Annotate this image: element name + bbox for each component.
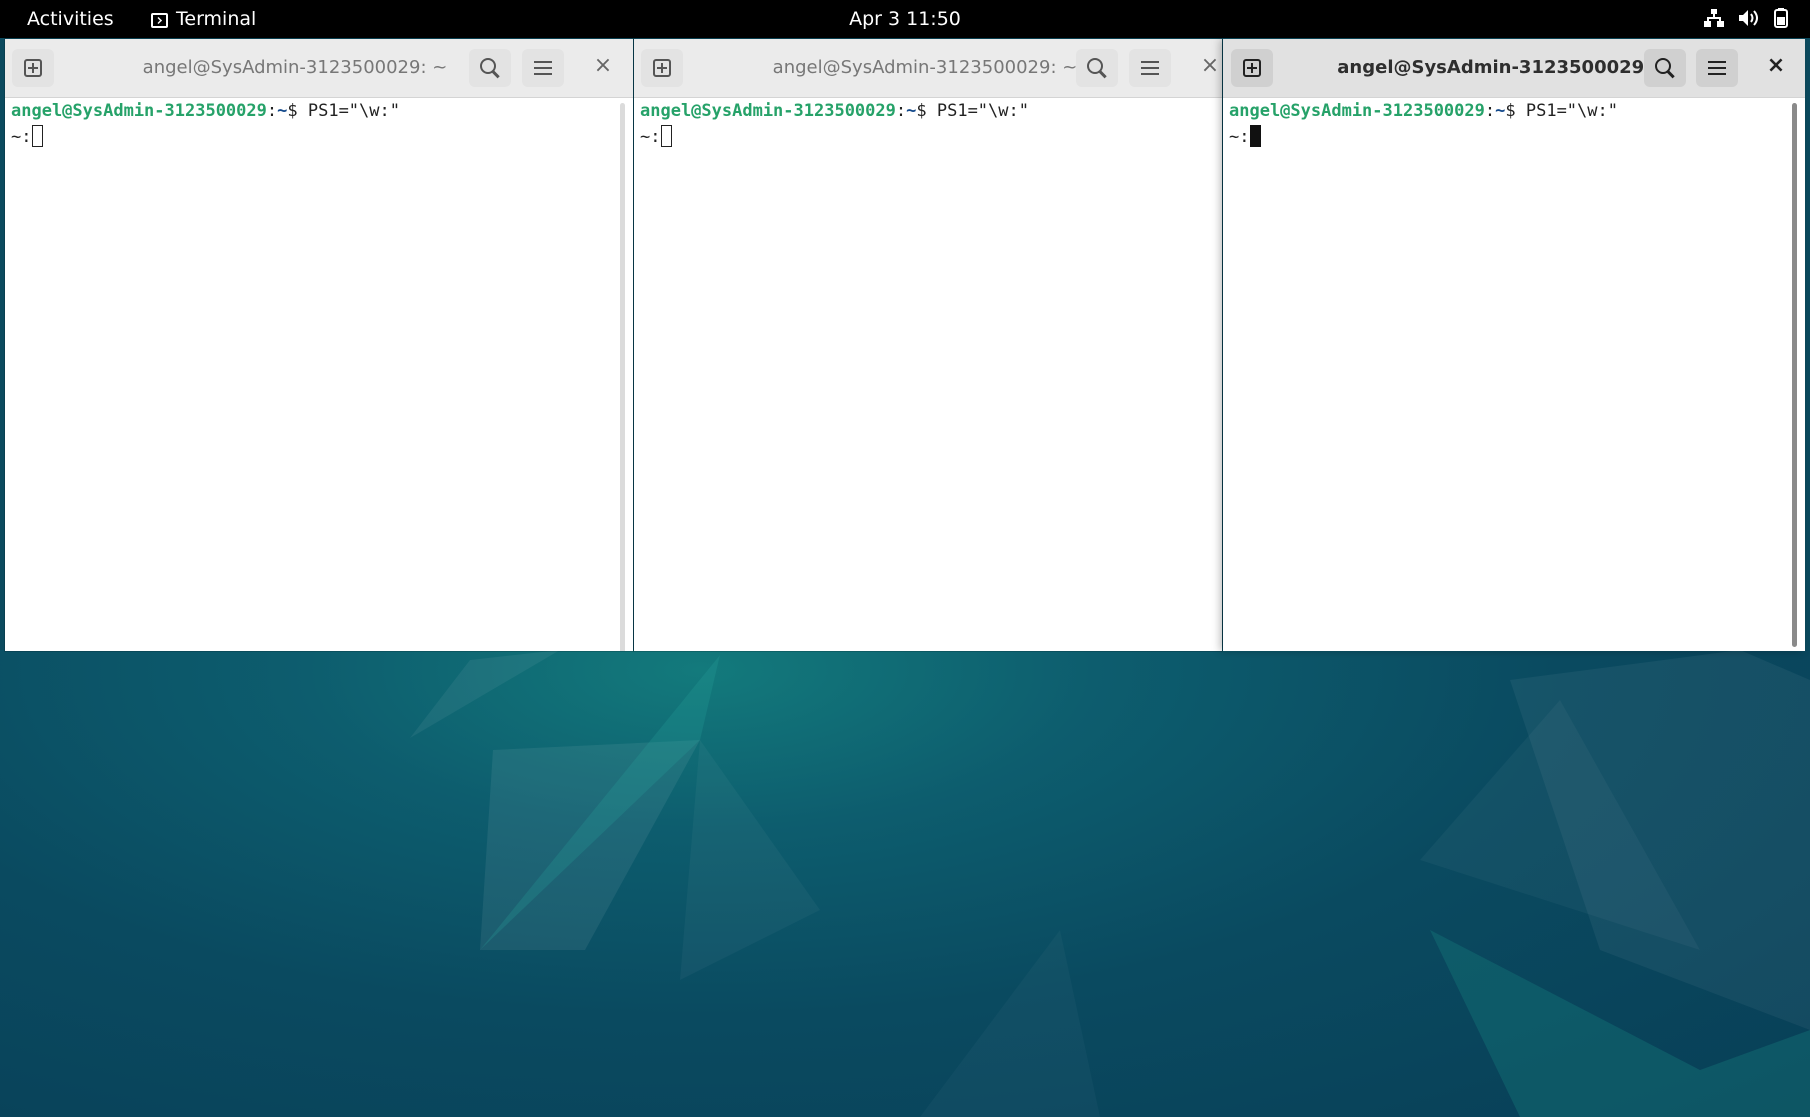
menu-button[interactable] (1129, 49, 1171, 87)
desktop-wallpaper (0, 650, 1810, 1117)
clock[interactable]: Apr 3 11:50 (0, 8, 1810, 30)
new-tab-button[interactable] (641, 49, 683, 87)
close-button[interactable]: × (1763, 53, 1789, 78)
terminal-line: ~: (11, 124, 633, 150)
terminal-output[interactable]: angel@SysAdmin-3123500029:~$ PS1="\w:" ~… (5, 98, 633, 651)
cursor (1250, 125, 1262, 147)
scrollbar[interactable] (1792, 103, 1797, 647)
terminal-line: ~: (1229, 124, 1805, 150)
search-icon (1087, 58, 1103, 74)
new-tab-button[interactable] (1231, 49, 1273, 87)
prompt-path: ~ (277, 101, 288, 121)
window-title: angel@SysAdmin-3123500029: ~ (1337, 57, 1673, 78)
prompt-end: $ (287, 101, 308, 121)
prompt-end: $ (916, 101, 937, 121)
prompt-userhost: angel@SysAdmin-3123500029 (1229, 101, 1485, 121)
menu-button[interactable] (1696, 49, 1738, 87)
search-icon (1655, 58, 1671, 74)
command-text: PS1="\w:" (307, 101, 400, 121)
header-bar[interactable]: angel@SysAdmin-3123500029: ~ × (634, 39, 1222, 98)
terminal-window-2[interactable]: angel@SysAdmin-3123500029: ~ × angel@Sys… (634, 39, 1222, 651)
search-button[interactable] (1076, 49, 1118, 87)
prompt-separator: : (266, 101, 278, 121)
terminal-line: angel@SysAdmin-3123500029:~$ PS1="\w:" (11, 98, 633, 124)
terminal-line: angel@SysAdmin-3123500029:~$ PS1="\w:" (640, 98, 1222, 124)
terminal-line: angel@SysAdmin-3123500029:~$ PS1="\w:" (1229, 98, 1805, 124)
prompt-path: ~ (906, 101, 917, 121)
top-bar: Activities Terminal Apr 3 11:50 (0, 0, 1810, 38)
terminal-window-1[interactable]: angel@SysAdmin-3123500029: ~ × angel@Sys… (5, 39, 633, 651)
close-button[interactable]: × (590, 53, 616, 78)
terminal-output[interactable]: angel@SysAdmin-3123500029:~$ PS1="\w:" ~… (634, 98, 1222, 651)
prompt-separator: : (1484, 101, 1496, 121)
header-bar[interactable]: angel@SysAdmin-3123500029: ~ × (1223, 39, 1805, 98)
cursor (661, 125, 673, 147)
new-prompt: ~: (1229, 127, 1250, 147)
hamburger-menu-icon (1708, 61, 1726, 75)
window-title: angel@SysAdmin-3123500029: ~ (142, 57, 448, 78)
search-button[interactable] (1644, 49, 1686, 87)
new-tab-button[interactable] (12, 49, 54, 87)
battery-icon[interactable] (1774, 8, 1788, 33)
header-bar[interactable]: angel@SysAdmin-3123500029: ~ × (5, 39, 633, 98)
menu-button[interactable] (522, 49, 564, 87)
volume-icon[interactable] (1738, 8, 1760, 33)
system-tray[interactable] (1704, 8, 1788, 33)
hamburger-menu-icon (534, 61, 552, 75)
window-title: angel@SysAdmin-3123500029: ~ (772, 57, 1078, 78)
command-text: PS1="\w:" (936, 101, 1029, 121)
command-text: PS1="\w:" (1525, 101, 1618, 121)
terminal-output[interactable]: angel@SysAdmin-3123500029:~$ PS1="\w:" ~… (1223, 98, 1805, 651)
cursor (32, 125, 44, 147)
prompt-path: ~ (1495, 101, 1506, 121)
search-icon (480, 58, 496, 74)
new-prompt: ~: (11, 127, 32, 147)
close-button[interactable]: × (1197, 53, 1222, 78)
new-tab-icon (653, 59, 671, 77)
new-tab-icon (24, 59, 42, 77)
prompt-end: $ (1505, 101, 1526, 121)
network-icon[interactable] (1704, 8, 1724, 33)
terminal-line: ~: (640, 124, 1222, 150)
terminal-window-3[interactable]: angel@SysAdmin-3123500029: ~ × angel@Sys… (1223, 39, 1805, 651)
scrollbar[interactable] (620, 103, 625, 651)
search-button[interactable] (469, 49, 511, 87)
new-tab-icon (1243, 59, 1261, 77)
prompt-userhost: angel@SysAdmin-3123500029 (11, 101, 267, 121)
hamburger-menu-icon (1141, 61, 1159, 75)
prompt-userhost: angel@SysAdmin-3123500029 (640, 101, 896, 121)
new-prompt: ~: (640, 127, 661, 147)
prompt-separator: : (895, 101, 907, 121)
